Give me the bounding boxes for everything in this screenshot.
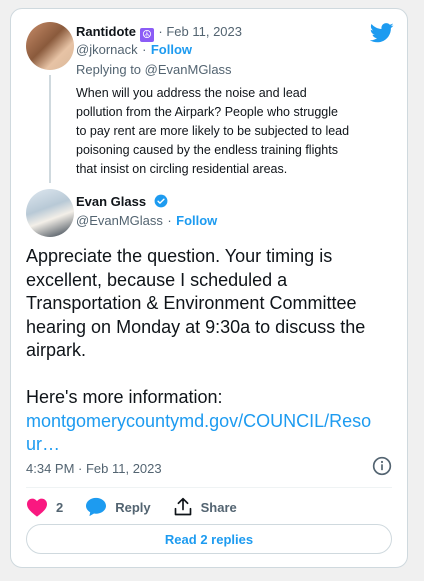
verified-badge-icon xyxy=(154,194,167,208)
peace-emoji: ☮ xyxy=(139,28,154,42)
reply-label: Reply xyxy=(115,499,151,515)
replying-to-handle[interactable]: @EvanMGlass xyxy=(145,62,232,77)
main-handle-row: @EvanMGlass · Follow xyxy=(76,212,217,230)
share-label: Share xyxy=(200,499,237,515)
divider xyxy=(26,487,392,488)
main-tweet-text: Appreciate the question. Your timing is … xyxy=(26,245,396,457)
council-link-line[interactable]: montgomerycountymd.gov/COUNCIL/Reso xyxy=(26,410,396,434)
reply-date[interactable]: · Feb 11, 2023 xyxy=(158,24,242,39)
main-text-line: hearing on Monday at 9:30a to discuss th… xyxy=(26,316,366,337)
reply-text-line: poisoning caused by the endless training… xyxy=(76,143,338,157)
tweet-timestamp[interactable]: 4:34 PM · Feb 11, 2023 xyxy=(26,461,162,476)
reply-handle-row: @jkornack · Follow xyxy=(76,41,192,59)
main-text-line: Appreciate the question. Your timing is xyxy=(26,246,333,266)
replying-to: Replying to @EvanMGlass xyxy=(76,61,232,79)
main-follow-button[interactable]: Follow xyxy=(176,213,217,228)
avatar-evan-glass[interactable] xyxy=(26,189,74,237)
read-replies-button[interactable]: Read 2 replies xyxy=(26,524,392,554)
council-link[interactable]: montgomerycountymd.gov/COUNCIL/Reso ur… xyxy=(26,410,396,457)
main-name-row: Evan Glass xyxy=(76,193,168,211)
reply-handle[interactable]: @jkornack xyxy=(76,42,138,57)
like-button[interactable]: 2 xyxy=(26,497,63,517)
info-icon[interactable] xyxy=(372,456,392,476)
council-link-line[interactable]: ur… xyxy=(26,433,396,457)
share-button[interactable]: Share xyxy=(173,497,237,517)
main-text-line: excellent, because I scheduled a xyxy=(26,269,288,290)
share-icon xyxy=(174,497,191,516)
reply-text-line: When will you address the noise and lead xyxy=(76,86,307,100)
twitter-bird-icon[interactable] xyxy=(370,23,394,43)
separator-dot: · xyxy=(167,213,172,228)
reply-tweet-text: When will you address the noise and lead… xyxy=(76,84,396,179)
reply-text-line: to pay rent are more likely to be subjec… xyxy=(76,124,350,138)
reply-display-name[interactable]: Rantidote xyxy=(76,24,136,39)
reply-bubble-icon xyxy=(86,497,107,517)
reply-button[interactable]: Reply xyxy=(85,497,151,517)
avatar-rantidote[interactable] xyxy=(26,22,74,70)
reply-text-line: that insist on circling residential area… xyxy=(76,162,288,176)
replying-to-prefix: Replying to xyxy=(76,62,145,77)
main-display-name[interactable]: Evan Glass xyxy=(76,194,146,209)
main-handle[interactable]: @EvanMGlass xyxy=(76,213,163,228)
main-text-line: Transportation & Environment Committee xyxy=(26,293,357,313)
like-count: 2 xyxy=(56,499,64,515)
tweet-embed-card: Rantidote ☮ · Feb 11, 2023 @jkornack · Fo… xyxy=(10,8,408,568)
main-text-line: airpark. xyxy=(26,340,87,360)
separator-dot: · xyxy=(142,42,147,57)
reply-text-line: pollution from the Airpark? People who s… xyxy=(76,105,338,119)
more-info-text: Here's more information: xyxy=(26,387,223,407)
thread-connector-line xyxy=(49,75,51,183)
heart-icon xyxy=(27,498,47,517)
reply-header: Rantidote ☮ · Feb 11, 2023 xyxy=(76,23,242,42)
reply-follow-button[interactable]: Follow xyxy=(151,42,192,57)
action-bar: 2 Reply Share xyxy=(26,496,259,518)
